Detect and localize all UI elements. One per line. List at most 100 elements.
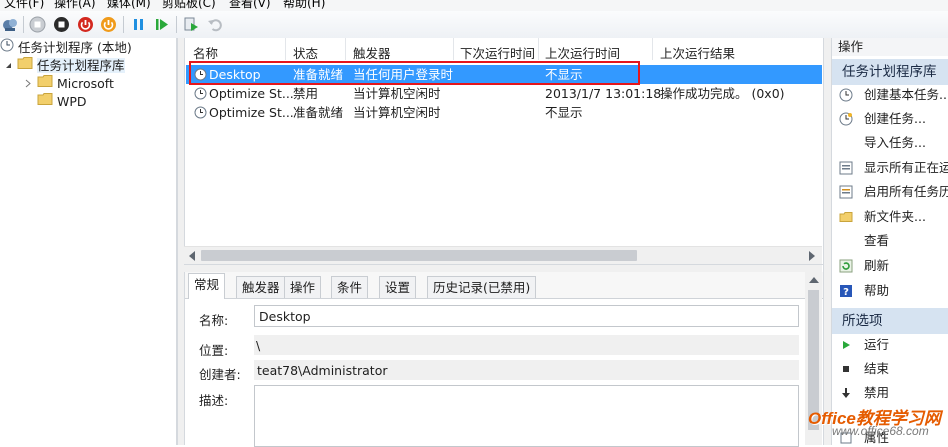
action-create-basic-task[interactable]: 创建基本任务... <box>832 85 948 105</box>
tree-root[interactable]: 任务计划程序 (本地) <box>0 38 132 56</box>
action-import-task[interactable]: 导入任务... <box>832 133 948 153</box>
tree-item-library[interactable]: 任务计划程序库 <box>4 56 125 74</box>
undo-icon[interactable] <box>206 15 225 34</box>
menu-help[interactable]: 帮助(H) <box>283 0 325 11</box>
running-tasks-icon <box>839 161 853 175</box>
action-label: 运行 <box>864 337 890 352</box>
action-label: 禁用 <box>864 385 890 400</box>
svg-text:?: ? <box>843 287 849 298</box>
tab-general[interactable]: 常规 <box>188 273 226 299</box>
highlight-box <box>189 61 640 85</box>
menu-clipboard[interactable]: 剪贴板(C) <box>162 0 216 11</box>
col-last-result[interactable]: 上次运行结果 <box>660 43 735 62</box>
action-label: 创建任务... <box>864 111 926 126</box>
menu-view[interactable]: 查看(V) <box>229 0 271 11</box>
location-bar <box>254 335 799 355</box>
action-end[interactable]: 结束 <box>832 359 948 379</box>
action-help[interactable]: ? 帮助 <box>832 281 948 301</box>
actions-pane: 操作 任务计划程序库 创建基本任务... 创建任务... 导入任务... 显示所… <box>831 38 948 445</box>
action-enable-history[interactable]: 启用所有任务历史记录 <box>832 182 948 202</box>
tree-item-microsoft[interactable]: Microsoft <box>24 74 114 92</box>
create-basic-task-icon <box>839 88 853 102</box>
scroll-thumb[interactable] <box>201 250 637 261</box>
power-red-icon[interactable] <box>76 15 95 34</box>
table-row[interactable]: Optimize St... 准备就绪 当计算机空闲时 不显示 <box>186 103 822 122</box>
run-icon <box>843 341 850 349</box>
action-label: 启用所有任务历史记录 <box>864 184 948 199</box>
location-label: 位置: <box>199 343 229 358</box>
row-name: Optimize St... <box>209 86 294 101</box>
history-icon <box>839 185 853 199</box>
menu-media[interactable]: 媒体(M) <box>107 0 151 11</box>
tab-settings[interactable]: 设置 <box>379 276 417 298</box>
watermark-logo: Office教程学习网 www.office68.com <box>808 402 948 445</box>
horizontal-scrollbar[interactable] <box>184 246 822 264</box>
navigation-tree: 任务计划程序 (本地) 任务计划程序库 Microsoft WPD <box>0 38 177 445</box>
refresh-icon <box>839 259 853 273</box>
play-icon[interactable] <box>152 15 171 34</box>
tab-history[interactable]: 历史记录(已禁用) <box>427 276 537 298</box>
action-label: 显示所有正在运行的任务 <box>864 160 948 175</box>
create-task-icon <box>839 112 853 126</box>
scroll-left-icon[interactable] <box>189 251 195 261</box>
action-new-folder[interactable]: 新文件夹... <box>832 207 948 227</box>
col-name[interactable]: 名称 <box>193 43 218 62</box>
tab-conditions[interactable]: 条件 <box>331 276 369 298</box>
end-icon <box>843 366 849 372</box>
task-clock-icon <box>194 106 207 119</box>
scroll-up-icon[interactable] <box>809 277 819 283</box>
row-last-run: 2013/1/7 13:01:18 <box>545 86 662 101</box>
help-icon: ? <box>840 285 852 298</box>
author-value: teat78\Administrator <box>257 363 388 378</box>
tree-root-label: 任务计划程序 (本地) <box>18 39 132 55</box>
folder-icon <box>37 92 53 111</box>
menu-bar: 文件(F) 操作(A) 媒体(M) 剪贴板(C) 查看(V) 帮助(H) <box>0 0 948 11</box>
scroll-right-icon[interactable] <box>809 251 815 261</box>
actions-group-selected[interactable]: 所选项 <box>832 308 948 334</box>
action-label: 帮助 <box>864 283 890 298</box>
menu-action[interactable]: 操作(A) <box>54 0 96 11</box>
stop-gray-icon[interactable] <box>28 15 47 34</box>
pause-icon[interactable] <box>129 15 148 34</box>
row-last-result: 操作成功完成。 (0x0) <box>660 86 785 101</box>
tree-wpd-label: WPD <box>57 93 87 109</box>
disable-icon <box>842 388 850 398</box>
menu-file[interactable]: 文件(F) <box>4 0 44 11</box>
author-label: 创建者: <box>199 367 241 382</box>
tab-triggers[interactable]: 触发器 <box>236 276 286 298</box>
action-label: 新文件夹... <box>864 209 926 224</box>
app-icon[interactable] <box>1 15 20 34</box>
row-trigger: 当计算机空闲时 <box>353 105 441 120</box>
name-field[interactable]: Desktop <box>254 305 799 327</box>
collapse-arrow-icon[interactable] <box>24 75 33 93</box>
col-trigger[interactable]: 触发器 <box>353 43 391 62</box>
col-status[interactable]: 状态 <box>293 43 318 62</box>
action-disable[interactable]: 禁用 <box>832 383 948 403</box>
run-task-icon[interactable] <box>182 15 201 34</box>
tree-item-wpd[interactable]: WPD <box>37 92 87 110</box>
row-trigger: 当计算机空闲时 <box>353 86 441 101</box>
power-orange-icon[interactable] <box>99 15 118 34</box>
actions-group-library[interactable]: 任务计划程序库 <box>832 59 948 85</box>
clock-icon <box>0 38 14 57</box>
description-field[interactable] <box>254 385 799 447</box>
action-run[interactable]: 运行 <box>832 335 948 355</box>
col-last-run[interactable]: 上次运行时间 <box>545 43 620 62</box>
table-row[interactable]: Optimize St... 禁用 当计算机空闲时 2013/1/7 13:01… <box>186 84 822 103</box>
action-create-task[interactable]: 创建任务... <box>832 109 948 129</box>
stop-icon[interactable] <box>52 15 71 34</box>
col-next-run[interactable]: 下次运行时间 <box>460 43 535 62</box>
row-name: Optimize St... <box>209 105 294 120</box>
list-header: 名称 状态 触发器 下次运行时间 上次运行时间 上次运行结果 <box>185 38 821 62</box>
task-clock-icon <box>194 87 207 100</box>
tree-library-label: 任务计划程序库 <box>36 57 125 73</box>
expand-arrow-icon[interactable] <box>4 57 13 75</box>
action-show-running[interactable]: 显示所有正在运行的任务 <box>832 158 948 178</box>
tab-actions[interactable]: 操作 <box>284 276 322 298</box>
new-folder-icon <box>839 212 853 222</box>
actions-header: 操作 <box>832 38 948 56</box>
action-refresh[interactable]: 刷新 <box>832 256 948 276</box>
details-pane: 常规 触发器 操作 条件 设置 历史记录(已禁用) 名称: Desktop 位置… <box>184 272 823 447</box>
action-view[interactable]: 查看 <box>832 231 948 251</box>
details-tabs: 常规 触发器 操作 条件 设置 历史记录(已禁用) <box>185 272 823 299</box>
